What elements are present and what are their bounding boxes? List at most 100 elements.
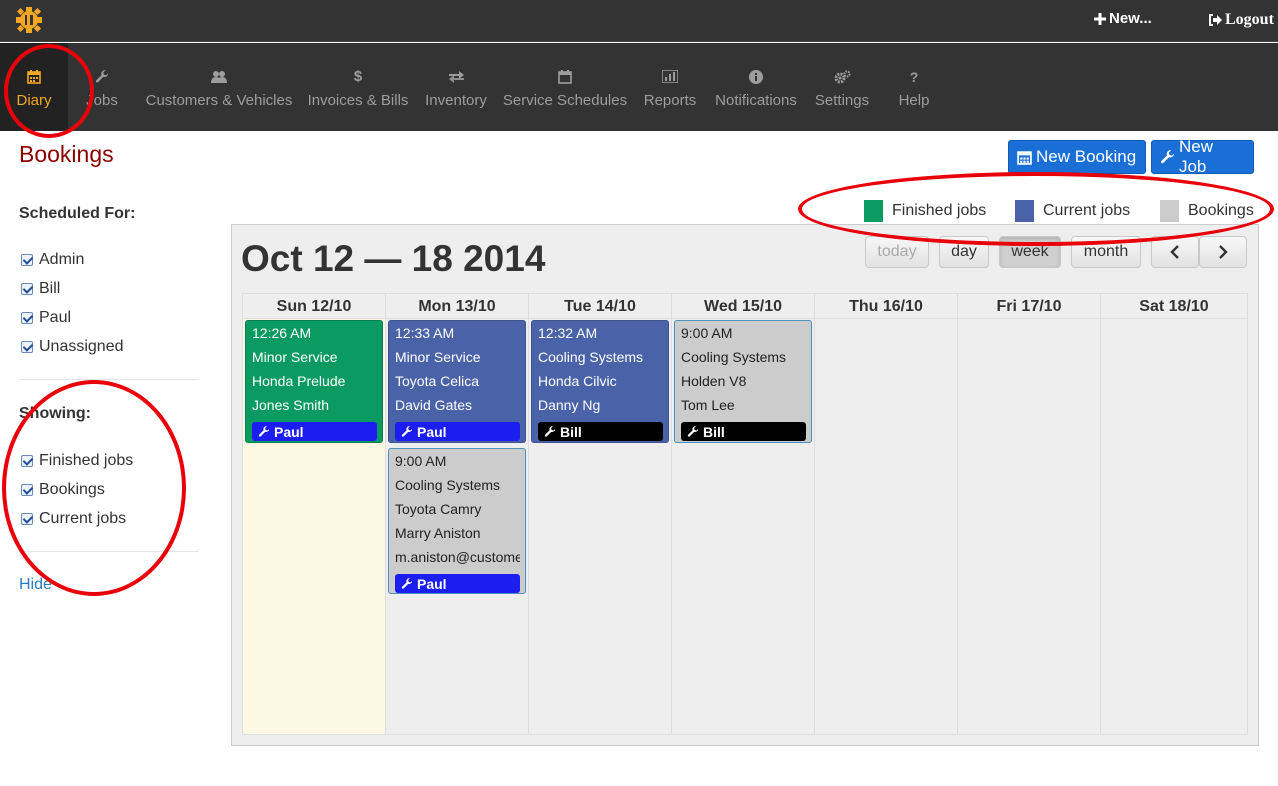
show-current-jobs-checkbox[interactable]: Current jobs (21, 510, 126, 528)
assignee-name: Bill (560, 423, 582, 440)
day-view-button[interactable]: day (939, 236, 989, 268)
assignee-name: Paul (417, 423, 447, 440)
nav-label-jobs: Jobs (86, 91, 118, 109)
nav-item-inventory[interactable]: Inventory (418, 43, 494, 131)
event-time: 9:00 AM (395, 453, 447, 469)
sidebar-divider (19, 551, 199, 552)
filter-bill-checkbox[interactable]: Bill (21, 280, 60, 298)
day-column-thu[interactable]: Thu 16/10 (815, 294, 958, 734)
week-view-button[interactable]: week (999, 236, 1061, 268)
page-title: Bookings (19, 141, 114, 167)
wrench-icon (258, 425, 270, 437)
scheduled-for-heading: Scheduled For: (19, 205, 136, 222)
calendar-event[interactable]: 12:32 AM Cooling Systems Honda Cilvic Da… (531, 320, 669, 443)
plus-icon (1094, 12, 1106, 25)
next-week-button[interactable] (1199, 236, 1247, 268)
assignee-tag: Paul (395, 574, 520, 593)
question-icon: ? (909, 68, 919, 85)
filter-paul-checkbox[interactable]: Paul (21, 309, 71, 327)
nav-item-help[interactable]: ? Help (884, 43, 944, 131)
filter-label: Current jobs (39, 510, 127, 527)
event-service: Cooling Systems (681, 349, 787, 365)
checkbox-checked[interactable] (21, 254, 33, 266)
nav-item-settings[interactable]: Settings (808, 43, 876, 131)
filter-label: Paul (39, 309, 72, 326)
wrench-icon (1161, 149, 1175, 163)
day-header: Mon 13/10 (386, 294, 528, 319)
hide-sidebar-link[interactable]: Hide (19, 576, 52, 594)
checkbox-checked[interactable] (21, 484, 33, 496)
calendar-icon (1017, 150, 1032, 165)
day-header: Sun 12/10 (243, 294, 385, 319)
event-time: 12:26 AM (252, 325, 312, 341)
event-service: Minor Service (395, 349, 481, 365)
checkbox-checked[interactable] (21, 513, 33, 525)
day-column-sat[interactable]: Sat 18/10 (1101, 294, 1247, 734)
assignee-tag: Paul (395, 422, 520, 441)
nav-label-invoices-bills: Invoices & Bills (307, 91, 409, 109)
checkbox-checked[interactable] (21, 312, 33, 324)
event-service: Minor Service (252, 349, 338, 365)
bar-chart-icon (662, 70, 678, 83)
new-job-button[interactable]: New Job (1151, 137, 1254, 176)
legend-finished-jobs: Finished jobs (864, 200, 986, 222)
nav-item-invoices-bills[interactable]: $ Invoices & Bills (302, 43, 414, 131)
logout-link[interactable]: Logout (1207, 11, 1274, 29)
legend-label: Current jobs (1043, 202, 1131, 219)
event-vehicle: Toyota Camry (395, 501, 482, 517)
nav-item-service-schedules[interactable]: Service Schedules (498, 43, 632, 131)
filter-label: Admin (39, 251, 85, 268)
calendar-event[interactable]: 9:00 AM Cooling Systems Toyota Camry Mar… (388, 448, 526, 594)
wrench-icon (544, 425, 556, 437)
nav-item-reports[interactable]: Reports (638, 43, 702, 131)
calendar-icon (27, 69, 41, 84)
chevron-left-icon (1170, 245, 1179, 259)
wrench-icon (401, 577, 413, 589)
new-menu-link[interactable]: New... (1094, 10, 1152, 27)
cogs-icon (834, 69, 851, 83)
event-service: Cooling Systems (395, 477, 501, 493)
checkbox-checked[interactable] (21, 455, 33, 467)
prev-week-button[interactable] (1151, 236, 1199, 268)
event-time: 12:33 AM (395, 325, 455, 341)
event-customer: Jones Smith (252, 397, 330, 413)
nav-item-diary[interactable]: Diary (0, 43, 68, 131)
new-job-label: New Job (1178, 137, 1213, 176)
filter-admin-checkbox[interactable]: Admin (21, 251, 84, 269)
nav-item-customers-vehicles[interactable]: Customers & Vehicles (140, 43, 298, 131)
today-button[interactable]: today (865, 236, 929, 268)
day-header: Wed 15/10 (672, 294, 814, 319)
month-view-button[interactable]: month (1071, 236, 1141, 268)
calendar-event[interactable]: 9:00 AM Cooling Systems Holden V8 Tom Le… (674, 320, 812, 443)
event-customer: Marry Aniston (395, 525, 481, 541)
day-header: Thu 16/10 (815, 294, 957, 319)
day-header: Fri 17/10 (958, 294, 1100, 319)
legend-swatch-current (1015, 200, 1034, 222)
show-bookings-checkbox[interactable]: Bookings (21, 481, 105, 499)
info-icon (749, 69, 763, 84)
event-customer: Tom Lee (681, 397, 735, 413)
day-header: Tue 14/10 (529, 294, 671, 319)
nav-label-service-schedules: Service Schedules (502, 91, 628, 109)
day-header: Sat 18/10 (1101, 294, 1247, 319)
filter-unassigned-checkbox[interactable]: Unassigned (21, 338, 124, 356)
legend-swatch-finished (864, 200, 883, 222)
legend-label: Finished jobs (892, 202, 987, 219)
calendar-event[interactable]: 12:33 AM Minor Service Toyota Celica Dav… (388, 320, 526, 443)
nav-item-jobs[interactable]: Jobs (70, 43, 134, 131)
gear-logo-icon[interactable] (14, 6, 44, 34)
nav-label-inventory: Inventory (425, 91, 487, 109)
filter-label: Unassigned (39, 338, 124, 355)
assignee-name: Paul (417, 575, 447, 592)
logout-label: Logout (1225, 11, 1274, 28)
calendar-event[interactable]: 12:26 AM Minor Service Honda Prelude Jon… (245, 320, 383, 443)
day-column-fri[interactable]: Fri 17/10 (958, 294, 1101, 734)
legend-swatch-bookings (1160, 200, 1179, 222)
checkbox-checked[interactable] (21, 283, 33, 295)
show-finished-jobs-checkbox[interactable]: Finished jobs (21, 452, 133, 470)
event-vehicle: Honda Prelude (252, 373, 346, 389)
new-booking-button[interactable]: New Booking (1008, 140, 1146, 174)
calendar-icon (558, 69, 572, 84)
checkbox-checked[interactable] (21, 341, 33, 353)
nav-item-notifications[interactable]: Notifications (708, 43, 804, 131)
